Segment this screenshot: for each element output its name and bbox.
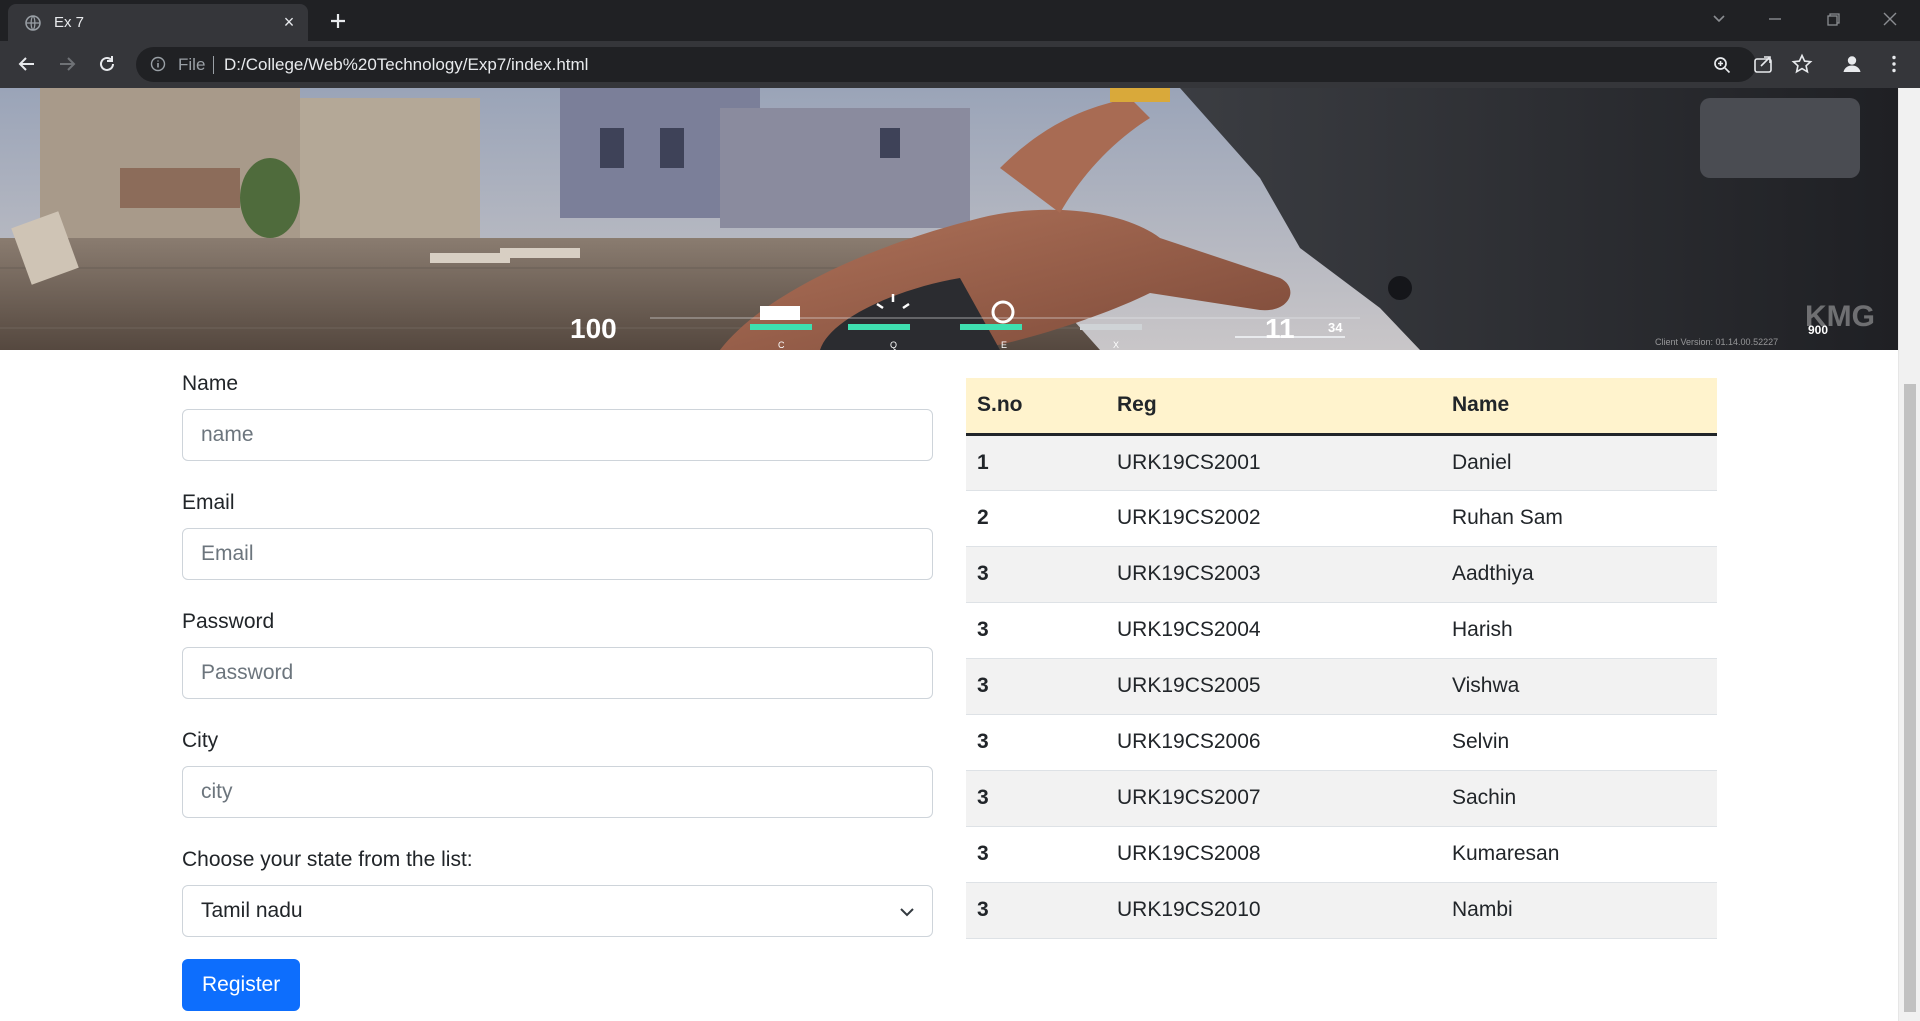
browser-tab[interactable]: Ex 7 × <box>8 4 308 41</box>
cell-reg: URK19CS2001 <box>1106 434 1441 491</box>
cell-reg: URK19CS2006 <box>1106 714 1441 771</box>
zoom-icon[interactable] <box>1712 55 1732 75</box>
password-input[interactable] <box>182 647 933 699</box>
cell-name: Selvin <box>1441 714 1717 771</box>
cell-name: Sachin <box>1441 770 1717 827</box>
address-scheme: File <box>178 55 206 74</box>
profile-icon[interactable] <box>1841 53 1863 75</box>
cell-sno: 3 <box>966 658 1106 715</box>
cell-sno: 3 <box>966 714 1106 771</box>
address-separator <box>213 56 214 74</box>
minimize-icon[interactable] <box>1762 6 1788 32</box>
tab-title: Ex 7 <box>54 14 85 31</box>
client-version-label: Client Version: 01.14.00.52227 <box>1655 337 1778 347</box>
close-window-icon[interactable] <box>1877 6 1903 32</box>
cell-sno: 2 <box>966 490 1106 547</box>
hud-reserve: 34 <box>1328 320 1343 335</box>
table-row: 3 URK19CS2003 Aadthiya <box>966 546 1717 603</box>
new-tab-icon[interactable] <box>326 9 350 33</box>
close-tab-icon[interactable]: × <box>280 13 298 31</box>
reload-icon[interactable] <box>96 53 118 75</box>
students-table-wrapper: S.no Reg Name 1 URK19CS2001 Daniel 2 URK19C… <box>966 378 1717 939</box>
email-input[interactable] <box>182 528 933 580</box>
table-row: 3 URK19CS2005 Vishwa <box>966 658 1717 715</box>
cell-reg: URK19CS2008 <box>1106 826 1441 883</box>
state-select[interactable]: Tamil nadu <box>182 885 933 937</box>
column-header-name: Name <box>1441 378 1717 436</box>
table-row: 1 URK19CS2001 Daniel <box>966 434 1717 491</box>
cell-sno: 3 <box>966 770 1106 827</box>
table-row: 3 URK19CS2010 Nambi <box>966 882 1717 939</box>
city-input[interactable] <box>182 766 933 818</box>
hud-key-c: C <box>778 340 785 350</box>
forward-icon[interactable] <box>56 53 78 75</box>
cell-name: Ruhan Sam <box>1441 490 1717 547</box>
chevron-down-icon <box>900 908 914 917</box>
tab-search-icon[interactable] <box>1706 6 1732 32</box>
name-label: Name <box>182 372 239 395</box>
back-icon[interactable] <box>16 53 38 75</box>
cell-reg: URK19CS2007 <box>1106 770 1441 827</box>
hud-key-q: Q <box>890 340 897 350</box>
password-label: Password <box>182 610 275 633</box>
table-row: 2 URK19CS2002 Ruhan Sam <box>966 490 1717 547</box>
hud-key-x: X <box>1113 340 1119 350</box>
cell-sno: 1 <box>966 434 1106 491</box>
address-url[interactable]: D:/College/Web%20Technology/Exp7/index.h… <box>224 55 588 75</box>
menu-icon[interactable] <box>1883 53 1905 75</box>
table-row: 3 URK19CS2006 Selvin <box>966 714 1717 771</box>
cell-sno: 3 <box>966 826 1106 883</box>
cell-reg: URK19CS2005 <box>1106 658 1441 715</box>
banner-image: 100 11 34 C Q E X 900 KMG Client Version… <box>0 88 1898 350</box>
star-icon[interactable] <box>1791 53 1813 75</box>
scrollbar-thumb[interactable] <box>1904 384 1916 1012</box>
tab-strip: Ex 7 × <box>0 0 1920 41</box>
table-row: 3 URK19CS2008 Kumaresan <box>966 826 1717 883</box>
city-label: City <box>182 729 219 752</box>
page-scrollbar[interactable] <box>1898 88 1920 1021</box>
column-header-reg: Reg <box>1106 378 1441 436</box>
state-label: Choose your state from the list: <box>182 848 473 871</box>
cell-reg: URK19CS2010 <box>1106 882 1441 939</box>
table-header-row: S.no Reg Name <box>966 378 1717 436</box>
hud-health: 100 <box>570 313 617 344</box>
cell-name: Nambi <box>1441 882 1717 939</box>
cell-sno: 3 <box>966 546 1106 603</box>
students-table: S.no Reg Name 1 URK19CS2001 Daniel 2 URK19C… <box>966 378 1717 939</box>
register-button[interactable]: Register <box>182 959 301 1011</box>
cell-name: Daniel <box>1441 434 1717 491</box>
cell-name: Kumaresan <box>1441 826 1717 883</box>
cell-reg: URK19CS2002 <box>1106 490 1441 547</box>
cell-sno: 3 <box>966 602 1106 659</box>
name-input[interactable] <box>182 409 933 461</box>
cell-reg: URK19CS2004 <box>1106 602 1441 659</box>
restore-icon[interactable] <box>1820 6 1846 32</box>
cell-sno: 3 <box>966 882 1106 939</box>
table-row: 3 URK19CS2004 Harish <box>966 602 1717 659</box>
info-icon[interactable] <box>150 56 166 72</box>
hud-key-e: E <box>1001 340 1007 350</box>
cell-reg: URK19CS2003 <box>1106 546 1441 603</box>
banner-watermark: KMG <box>1805 300 1875 333</box>
cell-name: Aadthiya <box>1441 546 1717 603</box>
email-label: Email <box>182 491 235 514</box>
globe-icon <box>25 15 41 31</box>
hud-ammo: 11 <box>1265 313 1295 344</box>
cell-name: Harish <box>1441 602 1717 659</box>
state-selected-value: Tamil nadu <box>201 899 303 922</box>
cell-name: Vishwa <box>1441 658 1717 715</box>
table-row: 3 URK19CS2007 Sachin <box>966 770 1717 827</box>
share-icon[interactable] <box>1752 53 1774 75</box>
registration-form: Name Email Password City Choose your sta… <box>182 370 933 1011</box>
page-viewport: 100 11 34 C Q E X 900 KMG Client Version… <box>0 88 1920 1021</box>
browser-toolbar: File D:/College/Web%20Technology/Exp7/in… <box>0 41 1920 88</box>
column-header-sno: S.no <box>966 378 1106 436</box>
address-bar[interactable]: File D:/College/Web%20Technology/Exp7/in… <box>136 47 1756 82</box>
